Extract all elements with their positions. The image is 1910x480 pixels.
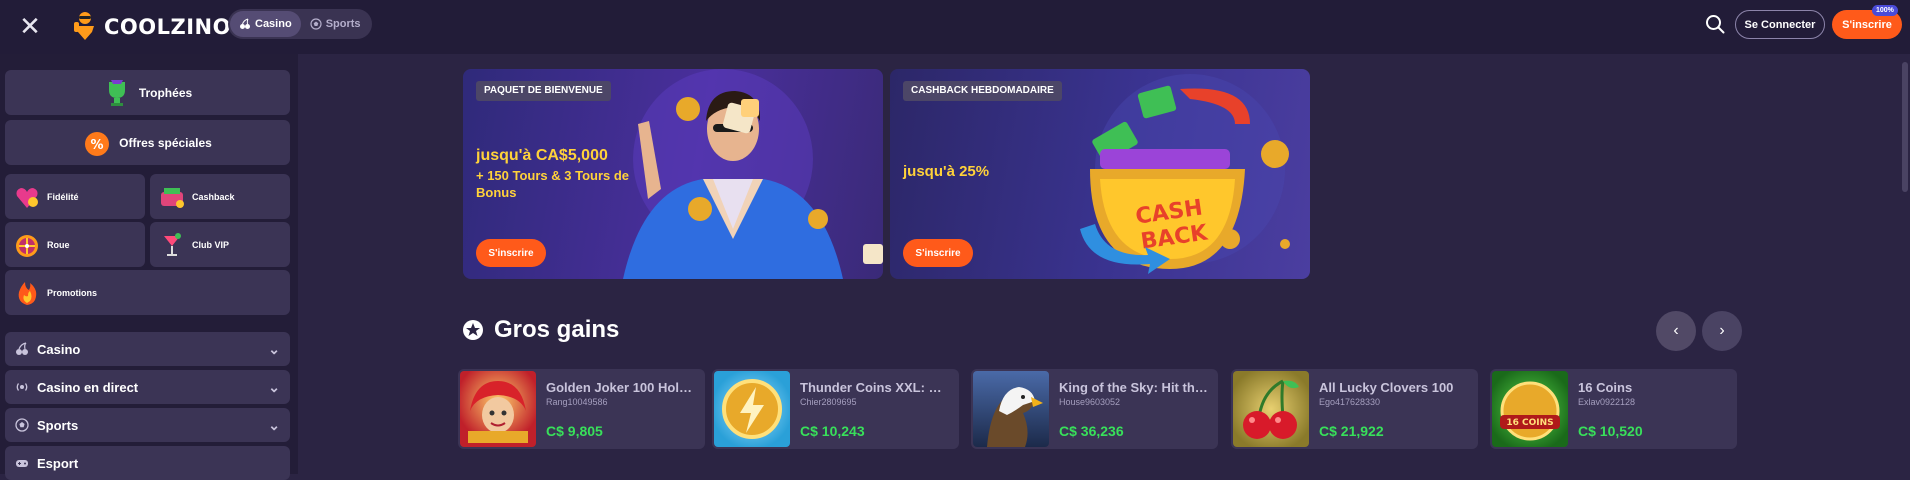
win-amount: C$ 21,922	[1319, 423, 1384, 439]
winner-username: Exlav0922128	[1578, 397, 1636, 407]
win-card[interactable]: All Lucky Clovers 100 Ego417628330 C$ 21…	[1231, 369, 1478, 449]
soccer-ball-icon	[15, 418, 29, 432]
chevron-down-icon: ⌄	[268, 340, 280, 357]
sidebar-accordion-label: Sports	[37, 417, 79, 433]
mode-casino-label: Casino	[255, 18, 292, 30]
soccer-ball-icon	[310, 18, 322, 30]
banner-tag: CASHBACK HEBDOMADAIRE	[903, 81, 1062, 101]
big-wins-title-text: Gros gains	[494, 316, 620, 343]
sidebar-item-label: Cashback	[192, 191, 235, 202]
game-name: 16 Coins	[1578, 380, 1633, 395]
sidebar-item-promotions[interactable]: Promotions	[5, 270, 290, 315]
banner-welcome-package[interactable]: PAQUET DE BIENVENUE jusqu'à CA$5,000 + 1…	[463, 69, 883, 279]
banner-signup-button[interactable]: S'inscrire	[476, 239, 546, 267]
mode-sports-label: Sports	[325, 18, 361, 30]
game-name: Thunder Coins XXL: Hol...	[800, 380, 950, 395]
sidebar: Trophées % Offres spéciales Fidélité Cas…	[0, 54, 298, 480]
win-card[interactable]: Golden Joker 100 Hold ... Rang10049586 C…	[458, 369, 705, 449]
chevron-down-icon: ⌄	[268, 416, 280, 433]
big-wins-title: Gros gains	[462, 316, 619, 344]
winner-username: Chier2809695	[800, 397, 857, 407]
close-icon[interactable]: ✕	[18, 13, 42, 39]
win-amount: C$ 10,520	[1578, 423, 1643, 439]
mode-switch: Casino Sports	[228, 9, 372, 39]
sidebar-accordion-casino[interactable]: Casino ⌄	[5, 332, 290, 366]
percent-badge-icon: %	[85, 131, 110, 156]
wheel-icon	[16, 234, 38, 257]
sidebar-accordion-live-casino[interactable]: Casino en direct ⌄	[5, 370, 290, 404]
banner-headline: jusqu'à CA$5,000	[476, 147, 608, 164]
win-amount: C$ 9,805	[546, 423, 603, 439]
fire-icon	[18, 281, 37, 305]
sidebar-accordion-label: Esport	[37, 455, 79, 471]
sidebar-item-label: Trophées	[138, 85, 193, 100]
mode-casino[interactable]: Casino	[230, 11, 301, 37]
win-card[interactable]: King of the Sky: Hit the ... House960305…	[971, 369, 1218, 449]
search-icon[interactable]	[1705, 14, 1725, 34]
16-coins-art-label: 16 COINS	[1506, 418, 1553, 428]
winner-username: House9603052	[1059, 397, 1121, 407]
game-thumbnail-all-lucky-clovers	[1233, 371, 1309, 447]
game-name: King of the Sky: Hit the ...	[1059, 380, 1209, 395]
sidebar-item-cashback[interactable]: Cashback	[150, 174, 290, 219]
sidebar-item-wheel[interactable]: Roue	[5, 222, 145, 267]
carousel-prev-button[interactable]: ‹	[1656, 311, 1696, 351]
cherries-icon	[240, 18, 250, 29]
winner-username: Ego417628330	[1319, 397, 1381, 407]
16-coins-art: 16 COINS	[1500, 381, 1560, 441]
win-amount: C$ 36,236	[1059, 423, 1124, 439]
cocktail-icon	[164, 232, 181, 256]
sidebar-accordion-label: Casino	[37, 341, 81, 357]
cherries-art	[1243, 379, 1299, 439]
loyalty-icon	[16, 187, 38, 208]
banner-tag: PAQUET DE BIENVENUE	[476, 81, 611, 101]
sidebar-item-label: Offres spéciales	[119, 135, 212, 150]
sidebar-item-special-offers[interactable]: % Offres spéciales	[5, 120, 290, 165]
win-amount: C$ 10,243	[800, 423, 865, 439]
sidebar-item-label: Roue	[47, 239, 70, 250]
cashback-icon	[161, 187, 184, 208]
star-icon	[463, 320, 483, 340]
game-thumbnail-king-of-the-sky	[973, 371, 1049, 447]
sidebar-accordion-label: Casino en direct	[37, 379, 139, 395]
logo-mascot-icon	[74, 12, 94, 40]
mode-sports[interactable]: Sports	[301, 11, 370, 37]
thunder-coin-art	[722, 379, 782, 439]
live-icon	[16, 383, 28, 391]
winner-username: Rang10049586	[546, 397, 608, 407]
game-name: All Lucky Clovers 100	[1319, 380, 1454, 395]
game-thumbnail-thunder-coins	[714, 371, 790, 447]
banner-headline: jusqu'à 25%	[903, 163, 990, 180]
banner-subline: + 150 Tours & 3 Tours de Bonus	[476, 168, 630, 200]
sidebar-accordion-esport[interactable]: Esport	[5, 446, 290, 480]
banner-signup-button[interactable]: S'inscrire	[903, 239, 973, 267]
signup-badge: 100%	[1872, 5, 1898, 16]
sidebar-item-trophies[interactable]: Trophées	[5, 70, 290, 115]
svg-text:%: %	[91, 138, 104, 153]
gamepad-icon	[16, 460, 28, 467]
sidebar-item-label: Fidélité	[47, 191, 79, 202]
sidebar-item-vip-club[interactable]: Club VIP	[150, 222, 290, 267]
trophy-icon	[108, 79, 125, 106]
logo-text: COOLZINO	[104, 15, 231, 39]
game-thumbnail-golden-joker	[460, 371, 536, 447]
login-button[interactable]: Se Connecter	[1735, 10, 1825, 39]
page-scrollbar[interactable]	[1902, 62, 1908, 192]
chevron-down-icon: ⌄	[268, 378, 280, 395]
sidebar-item-label: Club VIP	[192, 239, 230, 250]
sidebar-item-loyalty[interactable]: Fidélité	[5, 174, 145, 219]
sidebar-accordion-sports[interactable]: Sports ⌄	[5, 408, 290, 442]
game-thumbnail-16-coins: 16 COINS	[1492, 371, 1568, 447]
banner-weekly-cashback[interactable]: CASH BACK CASHBACK HEBDOMADAIRE jusqu'à …	[890, 69, 1310, 279]
win-card[interactable]: 16 COINS 16 Coins Exlav0922128 C$ 10,520	[1490, 369, 1737, 449]
cherries-icon	[16, 342, 28, 355]
logo[interactable]: COOLZINO	[70, 8, 231, 46]
top-bar: ✕ COOLZINO Casino Sports Se Connecter S'…	[0, 0, 1910, 54]
carousel-next-button[interactable]: ›	[1702, 311, 1742, 351]
win-card[interactable]: Thunder Coins XXL: Hol... Chier2809695 C…	[712, 369, 959, 449]
eagle-art	[987, 387, 1043, 447]
sidebar-item-label: Promotions	[47, 287, 98, 298]
joker-art	[468, 381, 528, 443]
game-name: Golden Joker 100 Hold ...	[546, 380, 696, 395]
